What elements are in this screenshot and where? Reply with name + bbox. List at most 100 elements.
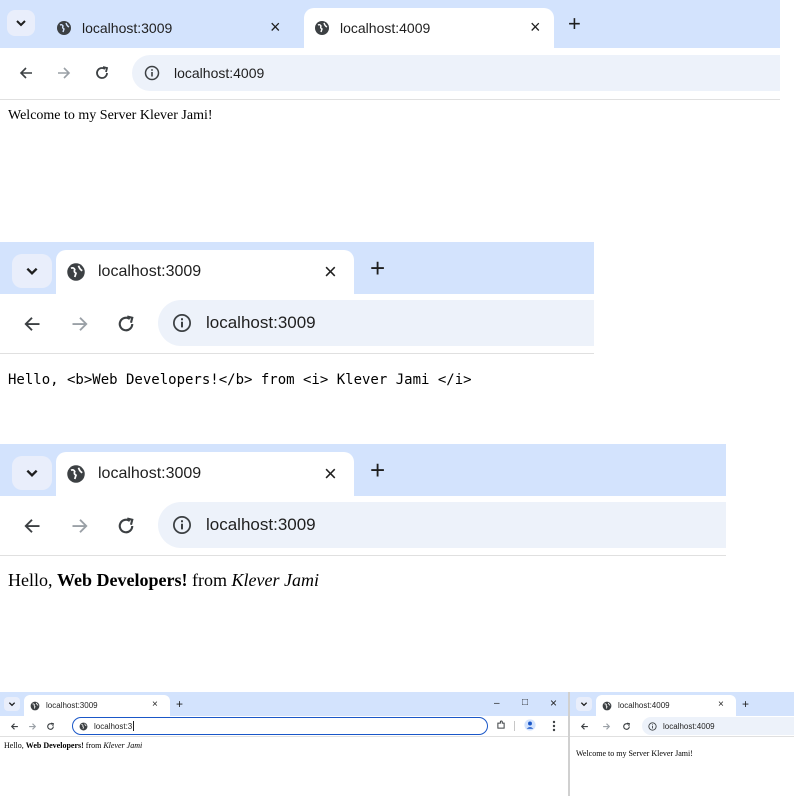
tab-search-button[interactable] <box>7 10 35 36</box>
reload-button[interactable] <box>116 516 136 536</box>
browser-window-4009: localhost:3009 × localhost:4009 × + loca… <box>0 0 780 130</box>
chevron-down-icon <box>15 17 27 29</box>
new-tab-button[interactable]: + <box>568 13 581 35</box>
tab-strip: localhost:3009 × + <box>0 444 726 496</box>
navigation-bar: localhost:4009 <box>0 48 780 98</box>
toolbar-separator <box>514 721 515 731</box>
forward-button[interactable] <box>56 65 72 81</box>
address-bar[interactable]: localhost:3009 <box>158 300 594 346</box>
page-content: Hello, Web Developers! from Klever Jami <box>4 741 142 750</box>
address-bar[interactable]: localhost:4009 <box>642 717 794 735</box>
page-content: Hello, <b>Web Developers!</b> from <i> K… <box>8 372 472 388</box>
globe-icon <box>602 701 612 711</box>
tab-search-button[interactable] <box>4 697 20 711</box>
chevron-down-icon <box>25 466 39 480</box>
close-tab-button[interactable]: × <box>718 699 724 710</box>
italic-text: Klever Jami <box>231 570 319 590</box>
close-tab-button[interactable]: × <box>530 17 541 38</box>
tab-localhost-3009[interactable]: localhost:3009 × <box>24 695 170 716</box>
address-bar[interactable]: localhost:4009 <box>132 55 780 91</box>
tab-label: localhost:3009 <box>82 20 173 36</box>
tab-localhost-3009[interactable]: localhost:3009 × <box>56 250 354 294</box>
reload-button[interactable] <box>116 314 136 334</box>
info-icon[interactable] <box>172 515 192 535</box>
globe-icon <box>66 262 86 282</box>
profile-icon[interactable] <box>524 719 536 731</box>
back-button[interactable] <box>18 65 34 81</box>
forward-button[interactable] <box>70 314 90 334</box>
forward-button[interactable] <box>70 516 90 536</box>
new-tab-button[interactable]: + <box>370 457 385 483</box>
info-icon[interactable] <box>648 721 657 731</box>
address-bar[interactable]: localhost:3009 <box>158 502 726 548</box>
tab-localhost-3009[interactable]: localhost:3009 × <box>48 8 294 48</box>
tab-localhost-4009[interactable]: localhost:4009 × <box>304 8 554 48</box>
from-text: from <box>187 570 232 590</box>
close-window-button[interactable]: × <box>550 696 557 710</box>
page-content: Welcome to my Server Klever Jami! <box>8 108 213 123</box>
navigation-bar: localhost:3009 <box>0 294 594 352</box>
browser-window-small-3009: localhost:3009 × + – □ × localhost:3 Hel… <box>0 692 568 796</box>
tab-search-button[interactable] <box>12 456 52 490</box>
italic-text: Klever Jami <box>103 741 143 750</box>
url-text: localhost:4009 <box>174 65 265 81</box>
browser-window-3009-raw: localhost:3009 × + localhost:3009 Hello,… <box>0 242 594 402</box>
forward-button[interactable] <box>28 722 37 731</box>
url-text: localhost:3009 <box>206 313 316 332</box>
tab-search-button[interactable] <box>576 697 592 711</box>
new-tab-button[interactable]: + <box>742 698 749 710</box>
globe-icon <box>79 722 88 731</box>
close-tab-button[interactable]: × <box>324 259 337 285</box>
browser-window-small-4009: localhost:4009 × + localhost:4009 Welcom… <box>570 692 794 796</box>
new-tab-button[interactable]: + <box>176 698 183 710</box>
tab-localhost-4009[interactable]: localhost:4009 × <box>596 695 736 716</box>
close-tab-button[interactable]: × <box>152 699 158 710</box>
menu-icon[interactable] <box>552 720 556 732</box>
reload-button[interactable] <box>94 65 110 81</box>
back-button[interactable] <box>22 314 42 334</box>
minimize-button[interactable]: – <box>494 698 500 709</box>
close-tab-button[interactable]: × <box>270 17 281 38</box>
forward-button[interactable] <box>602 722 611 731</box>
tab-label: localhost:3009 <box>98 263 202 280</box>
toolbar-divider <box>0 99 780 100</box>
tab-strip: localhost:4009 × + <box>570 692 794 716</box>
reload-button[interactable] <box>46 722 55 731</box>
from-text: from <box>83 741 104 750</box>
navigation-bar: localhost:4009 <box>570 716 794 736</box>
chevron-down-icon <box>580 700 588 708</box>
tab-label: localhost:3009 <box>98 465 202 482</box>
tab-strip: localhost:3009 × localhost:4009 × + <box>0 0 780 48</box>
tab-strip: localhost:3009 × + <box>0 242 594 294</box>
navigation-bar: localhost:3009 <box>0 496 726 554</box>
toolbar-divider <box>0 736 568 737</box>
extensions-icon[interactable] <box>496 720 506 730</box>
bold-text: Web Developers! <box>57 570 188 590</box>
chevron-down-icon <box>8 700 16 708</box>
tab-localhost-3009[interactable]: localhost:3009 × <box>56 452 354 496</box>
bold-text: Web Developers! <box>25 741 84 750</box>
globe-icon <box>56 20 72 36</box>
close-tab-button[interactable]: × <box>324 461 337 487</box>
back-button[interactable] <box>580 722 589 731</box>
tab-label: localhost:4009 <box>340 20 431 36</box>
back-button[interactable] <box>10 722 19 731</box>
chevron-down-icon <box>25 264 39 278</box>
info-icon[interactable] <box>144 65 160 81</box>
toolbar-divider <box>570 736 794 737</box>
text-cursor <box>133 721 135 731</box>
url-text: localhost:3 <box>94 721 133 731</box>
address-input[interactable]: localhost:3 <box>72 717 488 735</box>
tab-search-button[interactable] <box>12 254 52 288</box>
screenshot-collage: { "panel1": { "tabs": [ {"label": "local… <box>0 0 794 796</box>
reload-button[interactable] <box>622 722 631 731</box>
page-content: Welcome to my Server Klever Jami! <box>576 749 693 758</box>
greeting-text: Hello, <box>8 570 57 590</box>
toolbar-divider <box>0 353 594 354</box>
page-content: Hello, Web Developers! from Klever Jami <box>8 570 319 591</box>
tab-label: localhost:3009 <box>46 701 98 710</box>
new-tab-button[interactable]: + <box>370 255 385 281</box>
maximize-button[interactable]: □ <box>522 697 528 708</box>
info-icon[interactable] <box>172 313 192 333</box>
back-button[interactable] <box>22 516 42 536</box>
